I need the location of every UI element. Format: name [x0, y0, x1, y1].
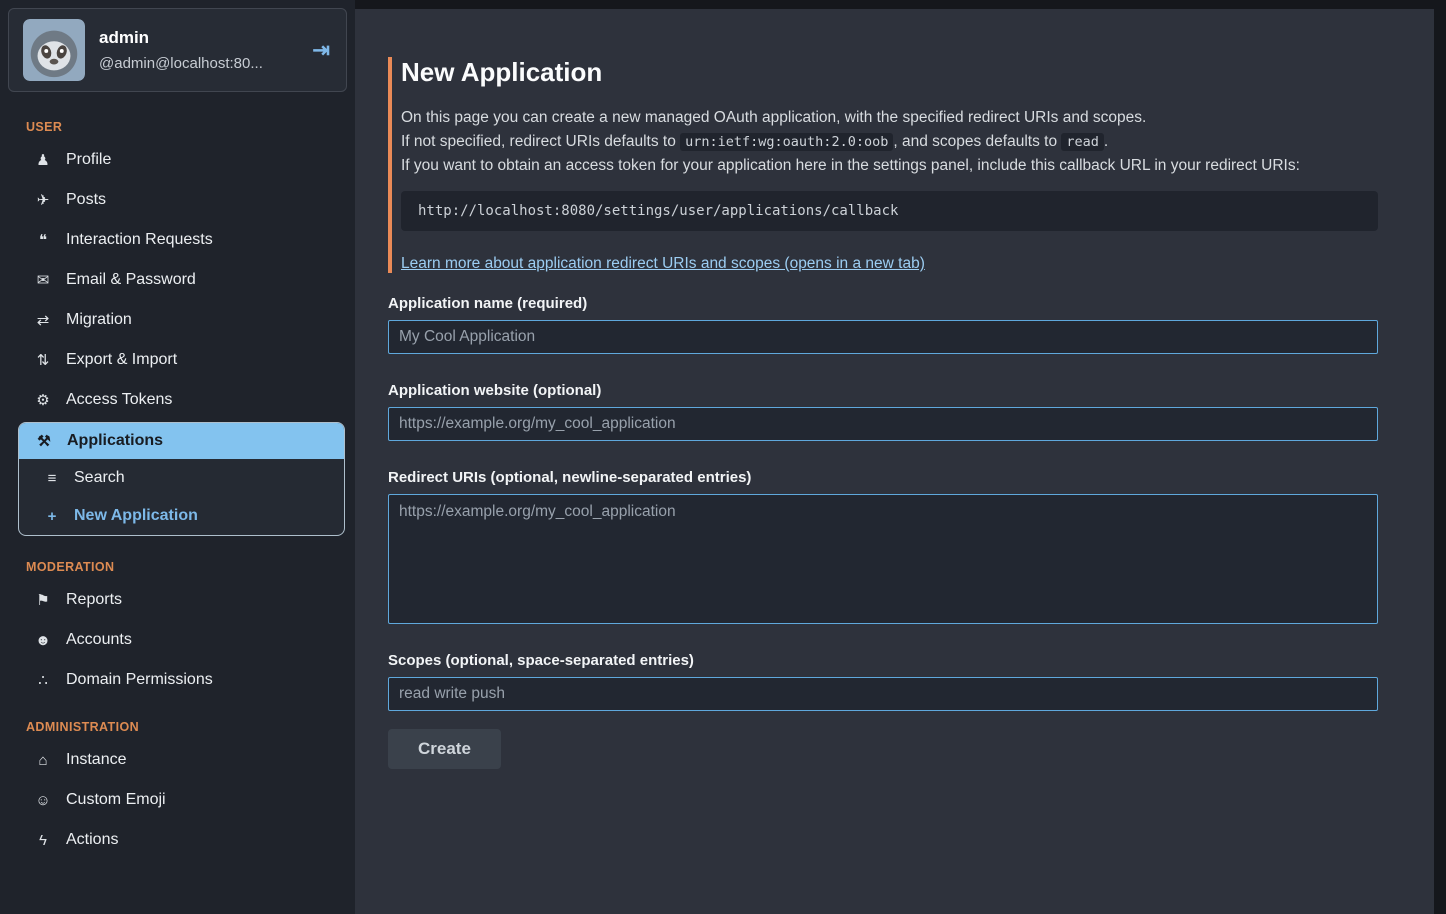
- sidebar-item-access-tokens[interactable]: ⚙ Access Tokens: [0, 380, 355, 420]
- main-outer: New Application On this page you can cre…: [355, 0, 1446, 914]
- plus-icon: +: [43, 508, 61, 525]
- username: admin: [99, 28, 296, 48]
- sidebar-item-domain-permissions[interactable]: ∴ Domain Permissions: [0, 660, 355, 700]
- logout-icon[interactable]: ⇥: [310, 38, 332, 63]
- page-header: New Application On this page you can cre…: [388, 57, 1378, 273]
- sidebar-item-interaction-requests[interactable]: ❝ Interaction Requests: [0, 220, 355, 260]
- sidebar-item-migration[interactable]: ⇄ Migration: [0, 300, 355, 340]
- sidebar-item-label: Applications: [67, 432, 163, 450]
- sidebar-item-applications-search[interactable]: ≡ Search: [19, 459, 344, 497]
- inline-code-read: read: [1061, 133, 1104, 151]
- sidebar-item-instance[interactable]: ⌂ Instance: [0, 740, 355, 780]
- sidebar-item-custom-emoji[interactable]: ☺ Custom Emoji: [0, 780, 355, 820]
- sidebar-item-label: Interaction Requests: [66, 231, 213, 249]
- sidebar-item-label: Custom Emoji: [66, 791, 166, 809]
- sidebar-item-label: Email & Password: [66, 271, 196, 289]
- user-meta: admin @admin@localhost:80...: [99, 28, 296, 72]
- sidebar-nav: USER ♟ Profile ✈ Posts ❝ Interaction Req…: [0, 100, 355, 860]
- bolt-icon: ϟ: [34, 832, 52, 849]
- envelope-icon: ✉: [34, 271, 52, 289]
- callback-url-code: http://localhost:8080/settings/user/appl…: [401, 191, 1378, 231]
- sidebar-item-label: Search: [74, 469, 125, 487]
- export-import-icon: ⇅: [34, 351, 52, 369]
- section-header-user: USER: [0, 100, 355, 140]
- sidebar-item-export-import[interactable]: ⇅ Export & Import: [0, 340, 355, 380]
- user-handle: @admin@localhost:80...: [99, 55, 296, 72]
- smiley-icon: ☺: [34, 792, 52, 809]
- intro-line-2: If not specified, redirect URIs defaults…: [401, 130, 1378, 154]
- create-button[interactable]: Create: [388, 729, 501, 769]
- sidebar-item-label: Reports: [66, 591, 122, 609]
- sidebar-item-label: Actions: [66, 831, 118, 849]
- paper-plane-icon: ✈: [34, 191, 52, 209]
- application-website-label: Application website (optional): [388, 382, 1378, 399]
- flag-icon: ⚑: [34, 591, 52, 609]
- list-icon: ≡: [43, 470, 61, 487]
- settings-sidebar: admin @admin@localhost:80... ⇥ USER ♟ Pr…: [0, 0, 355, 914]
- sidebar-item-applications[interactable]: ⚒ Applications: [19, 423, 344, 459]
- user-card[interactable]: admin @admin@localhost:80... ⇥: [8, 8, 347, 92]
- sidebar-item-applications-new[interactable]: + New Application: [19, 497, 344, 535]
- redirect-uris-label: Redirect URIs (optional, newline-separat…: [388, 469, 1378, 486]
- sidebar-item-profile[interactable]: ♟ Profile: [0, 140, 355, 180]
- sidebar-item-label: Migration: [66, 311, 132, 329]
- intro-line-1: On this page you can create a new manage…: [401, 106, 1378, 130]
- sidebar-item-label: New Application: [74, 507, 198, 525]
- sidebar-item-label: Export & Import: [66, 351, 177, 369]
- sidebar-item-actions[interactable]: ϟ Actions: [0, 820, 355, 860]
- application-name-label: Application name (required): [388, 295, 1378, 312]
- user-icon: ♟: [34, 151, 52, 169]
- sidebar-item-label: Profile: [66, 151, 111, 169]
- comments-icon: ❝: [34, 231, 52, 249]
- scopes-label: Scopes (optional, space-separated entrie…: [388, 652, 1378, 669]
- sidebar-item-label: Posts: [66, 191, 106, 209]
- sidebar-item-label: Instance: [66, 751, 126, 769]
- sidebar-item-label: Domain Permissions: [66, 671, 213, 689]
- share-nodes-icon: ∴: [34, 671, 52, 689]
- main-panel: New Application On this page you can cre…: [355, 9, 1434, 914]
- sidebar-item-posts[interactable]: ✈ Posts: [0, 180, 355, 220]
- sidebar-item-label: Accounts: [66, 631, 132, 649]
- users-icon: ☻: [34, 632, 52, 649]
- learn-more-link[interactable]: Learn more about application redirect UR…: [401, 255, 925, 273]
- application-name-input[interactable]: [388, 320, 1378, 354]
- page-title: New Application: [401, 57, 1378, 88]
- scopes-input[interactable]: [388, 677, 1378, 711]
- migration-arrows-icon: ⇄: [34, 311, 52, 329]
- sidebar-item-accounts[interactable]: ☻ Accounts: [0, 620, 355, 660]
- sidebar-item-email-password[interactable]: ✉ Email & Password: [0, 260, 355, 300]
- application-website-input[interactable]: [388, 407, 1378, 441]
- section-header-moderation: MODERATION: [0, 540, 355, 580]
- sidebar-item-reports[interactable]: ⚑ Reports: [0, 580, 355, 620]
- sidebar-item-label: Access Tokens: [66, 391, 172, 409]
- scrollbar[interactable]: [1434, 0, 1446, 914]
- inline-code-oob: urn:ietf:wg:oauth:2.0:oob: [680, 133, 893, 151]
- sitemap-icon: ⌂: [34, 752, 52, 769]
- gear-icon: ⚙: [34, 391, 52, 409]
- avatar: [23, 19, 85, 81]
- intro-line-3: If you want to obtain an access token fo…: [401, 154, 1378, 178]
- redirect-uris-textarea[interactable]: [388, 494, 1378, 624]
- section-header-administration: ADMINISTRATION: [0, 700, 355, 740]
- tools-icon: ⚒: [35, 432, 53, 450]
- applications-group: ⚒ Applications ≡ Search + New Applicatio…: [18, 422, 345, 536]
